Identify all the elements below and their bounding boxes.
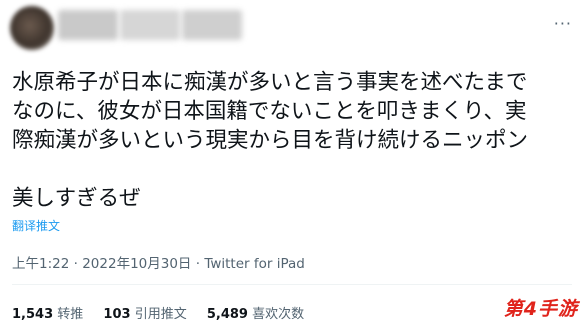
tweet-source[interactable]: Twitter for iPad	[204, 256, 305, 272]
divider	[12, 284, 572, 285]
tweet-extra-line: 美しすぎるぜ	[12, 186, 141, 211]
translate-tweet-link[interactable]: 翻译推文	[12, 217, 60, 234]
retweets-stat[interactable]: 1,543 转推	[12, 303, 83, 322]
tweet-time[interactable]: 上午1:22	[12, 256, 69, 272]
likes-label: 喜欢次数	[252, 307, 305, 322]
tweet-body: 水原希子が日本に痴漢が多いと言う事実を述べたまで なのに、彼女が日本国籍でないこ…	[12, 68, 572, 155]
blurred-username[interactable]	[58, 10, 118, 40]
blurred-handle	[120, 10, 180, 40]
tweet-date[interactable]: 2022年10月30日	[82, 256, 191, 272]
quotes-stat[interactable]: 103 引用推文	[103, 303, 186, 322]
retweets-count: 1,543	[12, 307, 54, 322]
likes-stat[interactable]: 5,489 喜欢次数	[207, 303, 304, 322]
blurred-handle-extra	[182, 10, 242, 40]
meta-separator: ·	[73, 256, 83, 272]
tweet-header: ···	[0, 0, 584, 60]
more-options-icon[interactable]: ···	[554, 14, 572, 33]
tweet-line: 水原希子が日本に痴漢が多いと言う事実を述べたまで	[12, 70, 528, 95]
tweet-line: なのに、彼女が日本国籍でないことを叩きまくり、実	[12, 99, 527, 124]
retweets-label: 转推	[57, 307, 84, 322]
tweet-meta: 上午1:22 · 2022年10月30日 · Twitter for iPad	[12, 252, 305, 272]
watermark-logo: 第4手游	[503, 298, 578, 320]
likes-count: 5,489	[206, 307, 248, 322]
tweet-line: 際痴漢が多いという現実から目を背け続けるニッポン	[12, 128, 529, 153]
quotes-count: 103	[103, 307, 131, 322]
tweet-stats: 1,543 转推 103 引用推文 5,489 喜欢次数	[12, 303, 320, 322]
quotes-label: 引用推文	[134, 307, 187, 322]
avatar[interactable]	[10, 6, 54, 50]
